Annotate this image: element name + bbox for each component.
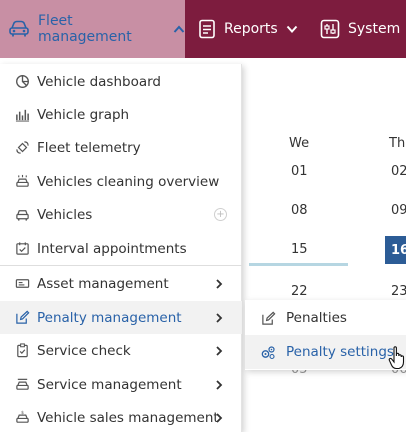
menu-item-vehicle-graph[interactable]: Vehicle graph bbox=[0, 98, 242, 131]
calendar-day[interactable]: 15 bbox=[291, 242, 308, 257]
weekday-header-we: We bbox=[289, 136, 310, 151]
svg-text:$: $ bbox=[21, 410, 24, 416]
submenu-item-label: Penalty settings bbox=[286, 344, 394, 360]
calendar-day-today[interactable]: 16 bbox=[385, 236, 406, 264]
chevron-up-icon bbox=[173, 25, 185, 33]
nav-fleet-label: Fleet management bbox=[38, 13, 132, 45]
chevron-right-icon bbox=[214, 345, 224, 357]
nav-reports-label: Reports bbox=[224, 21, 278, 37]
menu-item-vehicle-sales-management[interactable]: $ Vehicle sales management bbox=[0, 401, 242, 432]
chevron-right-icon bbox=[214, 412, 224, 424]
nav-fleet-management[interactable]: Fleet management bbox=[0, 0, 185, 58]
menu-item-interval-appointments[interactable]: Interval appointments bbox=[0, 232, 242, 265]
nav-system-label: System bbox=[348, 21, 401, 37]
asset-icon bbox=[14, 276, 30, 292]
sliders-icon bbox=[320, 19, 340, 39]
bar-chart-icon bbox=[14, 107, 30, 123]
menu-divider bbox=[0, 265, 242, 266]
pie-chart-icon bbox=[14, 74, 30, 90]
menu-item-vehicles[interactable]: Vehicles + bbox=[0, 198, 242, 231]
menu-item-label: Service management bbox=[37, 376, 182, 393]
menu-item-label: Service check bbox=[37, 342, 131, 359]
app-root: We Th 01 02 08 09 15 16 22 23 05 06 bbox=[0, 0, 406, 432]
edit-icon bbox=[14, 310, 30, 326]
menu-item-vehicles-cleaning-overview[interactable]: Vehicles cleaning overview bbox=[0, 165, 242, 198]
menu-item-label: Vehicle graph bbox=[37, 106, 130, 123]
car-sales-icon: $ bbox=[14, 410, 30, 426]
chevron-right-icon bbox=[214, 379, 224, 391]
menu-item-label: Vehicle sales management bbox=[37, 409, 219, 426]
calendar-day[interactable]: 08 bbox=[291, 203, 308, 218]
calendar-day[interactable]: 22 bbox=[291, 284, 308, 299]
menu-item-penalty-management[interactable]: Penalty management bbox=[0, 301, 242, 334]
menu-item-service-management[interactable]: Service management bbox=[0, 368, 242, 401]
calendar-day[interactable]: 02 bbox=[391, 164, 406, 179]
menu-item-label: Fleet telemetry bbox=[37, 139, 141, 156]
menu-item-vehicle-dashboard[interactable]: Vehicle dashboard bbox=[0, 65, 242, 98]
gears-icon bbox=[260, 344, 276, 360]
car-icon bbox=[14, 207, 30, 223]
hand-pointer-cursor-icon bbox=[388, 346, 406, 370]
nav-reports[interactable]: Reports bbox=[198, 0, 298, 58]
fleet-management-menu: Vehicle dashboard Vehicle graph Fleet te… bbox=[0, 64, 242, 432]
car-icon bbox=[8, 20, 30, 38]
satellite-icon bbox=[14, 140, 30, 156]
calendar-day[interactable]: 09 bbox=[391, 203, 406, 218]
menu-item-service-check[interactable]: Service check bbox=[0, 334, 242, 367]
calendar-check-icon bbox=[14, 241, 30, 257]
chevron-right-icon bbox=[214, 312, 224, 324]
clipboard-check-icon bbox=[14, 343, 30, 359]
weekday-header-th: Th bbox=[389, 136, 406, 151]
menu-item-label: Vehicles cleaning overview bbox=[37, 173, 220, 190]
edit-icon bbox=[260, 310, 276, 326]
menu-item-label: Interval appointments bbox=[37, 240, 187, 257]
top-navigation-bar: Fleet management Reports System bbox=[0, 0, 406, 58]
submenu-item-penalty-settings[interactable]: Penalty settings bbox=[245, 335, 406, 369]
nav-system[interactable]: System bbox=[320, 0, 406, 58]
calendar-day[interactable]: 23 bbox=[391, 284, 406, 299]
penalty-management-submenu: Penalties Penalty settings bbox=[245, 300, 406, 370]
submenu-item-penalties[interactable]: Penalties bbox=[245, 301, 406, 335]
menu-item-label: Vehicles bbox=[37, 206, 93, 223]
report-icon bbox=[198, 19, 216, 39]
car-service-icon bbox=[14, 377, 30, 393]
car-cleaning-icon bbox=[14, 174, 30, 190]
menu-item-asset-management[interactable]: Asset management bbox=[0, 267, 242, 300]
calendar-day[interactable]: 01 bbox=[291, 164, 308, 179]
current-week-indicator bbox=[249, 263, 348, 266]
add-vehicle-icon[interactable]: + bbox=[214, 208, 227, 221]
chevron-right-icon bbox=[214, 278, 224, 290]
submenu-item-label: Penalties bbox=[286, 310, 347, 326]
menu-item-fleet-telemetry[interactable]: Fleet telemetry bbox=[0, 131, 242, 164]
menu-item-label: Vehicle dashboard bbox=[37, 73, 161, 90]
menu-item-label: Asset management bbox=[37, 275, 169, 292]
chevron-down-icon bbox=[286, 25, 298, 33]
menu-item-label: Penalty management bbox=[37, 309, 182, 326]
